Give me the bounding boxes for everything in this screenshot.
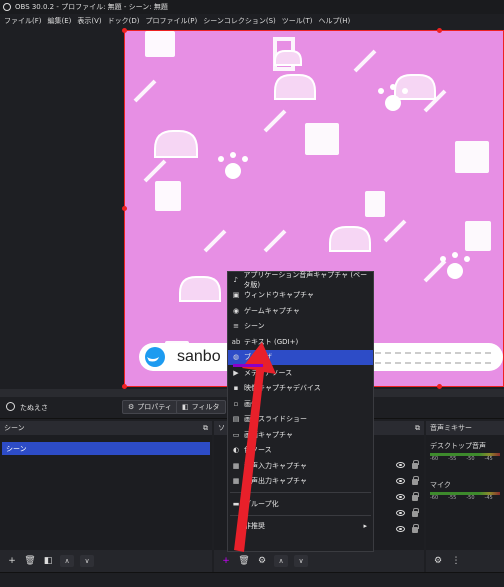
tick-label: -55 — [448, 495, 457, 501]
menu-file[interactable]: ファイル(F) — [4, 16, 42, 26]
twitter-icon — [145, 347, 165, 367]
lock-icon[interactable] — [412, 508, 419, 517]
scene-item[interactable]: シーン — [2, 442, 210, 455]
menu-help[interactable]: ヘルプ(H) — [319, 16, 351, 26]
lock-icon[interactable] — [412, 492, 419, 501]
sources-undock-icon[interactable]: ⧉ — [415, 424, 420, 433]
menu-edit[interactable]: 編集(E) — [48, 16, 72, 26]
tick-label: -55 — [448, 456, 457, 462]
menu-profile[interactable]: プロファイル(P) — [146, 16, 198, 26]
source-globe-icon — [6, 402, 15, 411]
mixer-channel-mic: マイク -60 -55 -50 -45 — [426, 480, 504, 501]
menu-item-label: ウィンドウキャプチャ — [244, 291, 314, 300]
lock-icon[interactable] — [412, 476, 419, 485]
resize-handle-top-left[interactable] — [122, 28, 127, 33]
list-icon: ≡ — [233, 322, 239, 331]
resize-handle-left-mid[interactable] — [122, 206, 127, 211]
channel-name: マイク — [430, 481, 451, 489]
visibility-eye-icon[interactable] — [396, 510, 405, 516]
meter-ticks: -60 -55 -50 -45 — [426, 495, 504, 501]
menu-scene-collection[interactable]: シーンコレクション(S) — [203, 16, 276, 26]
menu-bar: ファイル(F) 編集(E) 表示(V) ドック(D) プロファイル(P) シーン… — [0, 14, 504, 27]
mixer-channel-desktop: デスクトップ音声 -60 -55 -50 -45 — [426, 441, 504, 462]
menu-dock[interactable]: ドック(D) — [108, 16, 140, 26]
source-down-icon[interactable]: ∨ — [294, 555, 308, 567]
filters-label: フィルタ — [191, 403, 220, 411]
menu-item-window-capture[interactable]: ▣ ウィンドウキャプチャ — [228, 288, 373, 304]
lock-icon[interactable] — [412, 460, 419, 469]
scenes-toolbar: + 🗑 ◧ ∧ ∨ — [0, 550, 212, 572]
scenes-list: シーン — [0, 435, 212, 550]
properties-button[interactable]: ⚙ プロパティ — [122, 400, 178, 414]
tick-label: -60 — [430, 495, 439, 501]
mixer-settings-icon[interactable]: ⚙ — [432, 555, 444, 567]
scenes-title: シーン — [4, 424, 25, 432]
lock-icon[interactable] — [412, 524, 419, 533]
mixer-header: 音声ミキサー — [426, 421, 504, 435]
menu-view[interactable]: 表示(V) — [77, 16, 101, 26]
menu-item-app-audio[interactable]: ♪ アプリケーション音声キャプチャ (ベータ版) — [228, 270, 373, 289]
tick-label: -45 — [484, 495, 493, 501]
mixer-toolbar: ⚙ ⋮ — [426, 550, 504, 572]
mixer-title: 音声ミキサー — [430, 424, 472, 432]
scenes-dock: シーン ⧉ シーン + 🗑 ◧ ∧ ∨ — [0, 421, 212, 572]
speaker-icon: ♪ — [233, 275, 238, 284]
visibility-eye-icon[interactable] — [396, 526, 405, 532]
move-down-icon[interactable]: ∨ — [80, 555, 94, 567]
menu-item-game-capture[interactable]: ◉ ゲームキャプチャ — [228, 303, 373, 319]
undock-icon[interactable]: ⧉ — [203, 424, 208, 433]
title-bar: OBS 30.0.2 - プロファイル: 無題 - シーン: 無題 — [0, 0, 504, 14]
selected-source-name: たぬえさ — [20, 404, 48, 412]
banner-text: sanbo — [177, 348, 221, 365]
menu-item-scene[interactable]: ≡ シーン — [228, 319, 373, 335]
mixer-channels: デスクトップ音声 -60 -55 -50 -45 マイク -60 -55 -50… — [426, 435, 504, 550]
tick-label: -45 — [484, 456, 493, 462]
menu-tools[interactable]: ツール(T) — [282, 16, 313, 26]
tick-label: -60 — [430, 456, 439, 462]
gear-icon: ⚙ — [128, 403, 135, 411]
meter-ticks: -60 -55 -50 -45 — [426, 456, 504, 462]
annotation-arrow — [234, 342, 276, 552]
obs-logo-icon — [3, 3, 11, 11]
add-scene-icon[interactable]: + — [6, 555, 18, 567]
tick-label: -50 — [466, 456, 475, 462]
channel-name: デスクトップ音声 — [430, 442, 486, 450]
status-bar — [0, 572, 504, 587]
audio-mixer-dock: 音声ミキサー デスクトップ音声 -60 -55 -50 -45 マイク -60 … — [426, 421, 504, 572]
preview-margin — [0, 27, 124, 389]
window-title: OBS 30.0.2 - プロファイル: 無題 - シーン: 無題 — [15, 3, 168, 11]
menu-item-label: アプリケーション音声キャプチャ (ベータ版) — [243, 270, 368, 289]
gamepad-icon: ◉ — [232, 306, 240, 315]
filter-icon: ◧ — [182, 403, 189, 411]
window-icon: ▣ — [232, 291, 240, 300]
visibility-eye-icon[interactable] — [396, 462, 405, 468]
visibility-eye-icon[interactable] — [396, 478, 405, 484]
underline-marker — [233, 364, 263, 367]
submenu-arrow-icon: ▸ — [363, 522, 367, 531]
resize-handle-top-mid[interactable] — [437, 28, 442, 33]
scenes-header: シーン ⧉ — [0, 421, 212, 435]
tick-label: -50 — [466, 495, 475, 501]
more-options-icon[interactable]: ⋮ — [450, 555, 462, 567]
scene-filter-icon[interactable]: ◧ — [42, 555, 54, 567]
scene-item-label: シーン — [6, 444, 27, 453]
move-up-icon[interactable]: ∧ — [60, 555, 74, 567]
menu-item-label: ゲームキャプチャ — [244, 306, 300, 315]
visibility-eye-icon[interactable] — [396, 494, 405, 500]
remove-scene-icon[interactable]: 🗑 — [24, 555, 36, 567]
properties-label: プロパティ — [137, 403, 172, 411]
menu-item-label: シーン — [244, 322, 265, 331]
